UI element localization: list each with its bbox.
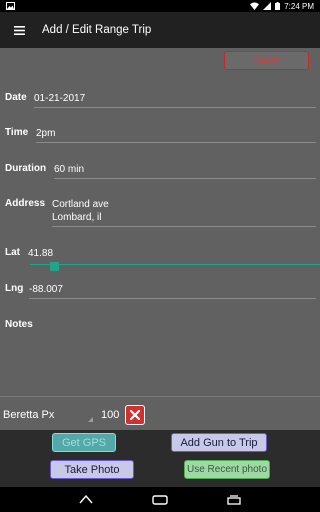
lng-label: Lng	[5, 283, 24, 294]
address-field[interactable]: Cortland ave Lombard, il	[52, 198, 316, 227]
notes-field[interactable]	[40, 319, 316, 333]
notification-icon	[6, 2, 15, 10]
lat-label: Lat	[5, 247, 20, 258]
signal-icon	[263, 2, 272, 10]
duration-label: Duration	[5, 163, 47, 174]
gun-spinner[interactable]: Beretta Px	[3, 409, 54, 421]
status-bar: 7:24 PM	[0, 0, 320, 12]
status-time: 7:24 PM	[284, 1, 314, 11]
page-title: Add / Edit Range Trip	[42, 24, 152, 36]
home-nav-icon[interactable]	[152, 494, 168, 505]
hamburger-menu-icon[interactable]	[0, 12, 38, 48]
action-panel	[0, 430, 320, 487]
battery-icon	[275, 2, 281, 10]
address-label: Address	[5, 198, 46, 209]
lat-field[interactable]: 41.88	[28, 247, 128, 262]
recents-nav-icon[interactable]	[226, 494, 241, 505]
notes-label: Notes	[5, 319, 33, 330]
get-gps-button[interactable]: Get GPS	[52, 433, 116, 452]
system-nav-bar	[0, 487, 320, 512]
date-label: Date	[5, 92, 27, 103]
close-icon	[129, 409, 141, 421]
save-button[interactable]: Save	[224, 51, 309, 70]
divider	[0, 396, 320, 397]
spinner-dropdown-icon	[88, 417, 93, 422]
add-gun-button[interactable]: Add Gun to Trip	[171, 433, 267, 452]
use-recent-photo-button[interactable]: Use Recent photo	[184, 460, 270, 479]
back-nav-icon[interactable]	[79, 495, 93, 504]
time-field[interactable]: 2pm	[36, 127, 316, 143]
duration-field[interactable]: 60 min	[54, 163, 316, 179]
status-left	[6, 2, 15, 10]
lng-field[interactable]: -88.007	[29, 283, 316, 299]
remove-gun-button[interactable]	[125, 405, 145, 425]
app-toolbar: Add / Edit Range Trip	[0, 12, 320, 48]
wifi-icon	[250, 2, 260, 10]
lat-slider-track[interactable]	[30, 264, 320, 265]
round-count[interactable]: 100	[101, 409, 119, 421]
time-label: Time	[5, 127, 29, 138]
take-photo-button[interactable]: Take Photo	[50, 460, 134, 479]
date-field[interactable]: 01-21-2017	[34, 92, 316, 108]
lat-slider-handle[interactable]	[50, 262, 59, 271]
status-right: 7:24 PM	[250, 2, 314, 11]
